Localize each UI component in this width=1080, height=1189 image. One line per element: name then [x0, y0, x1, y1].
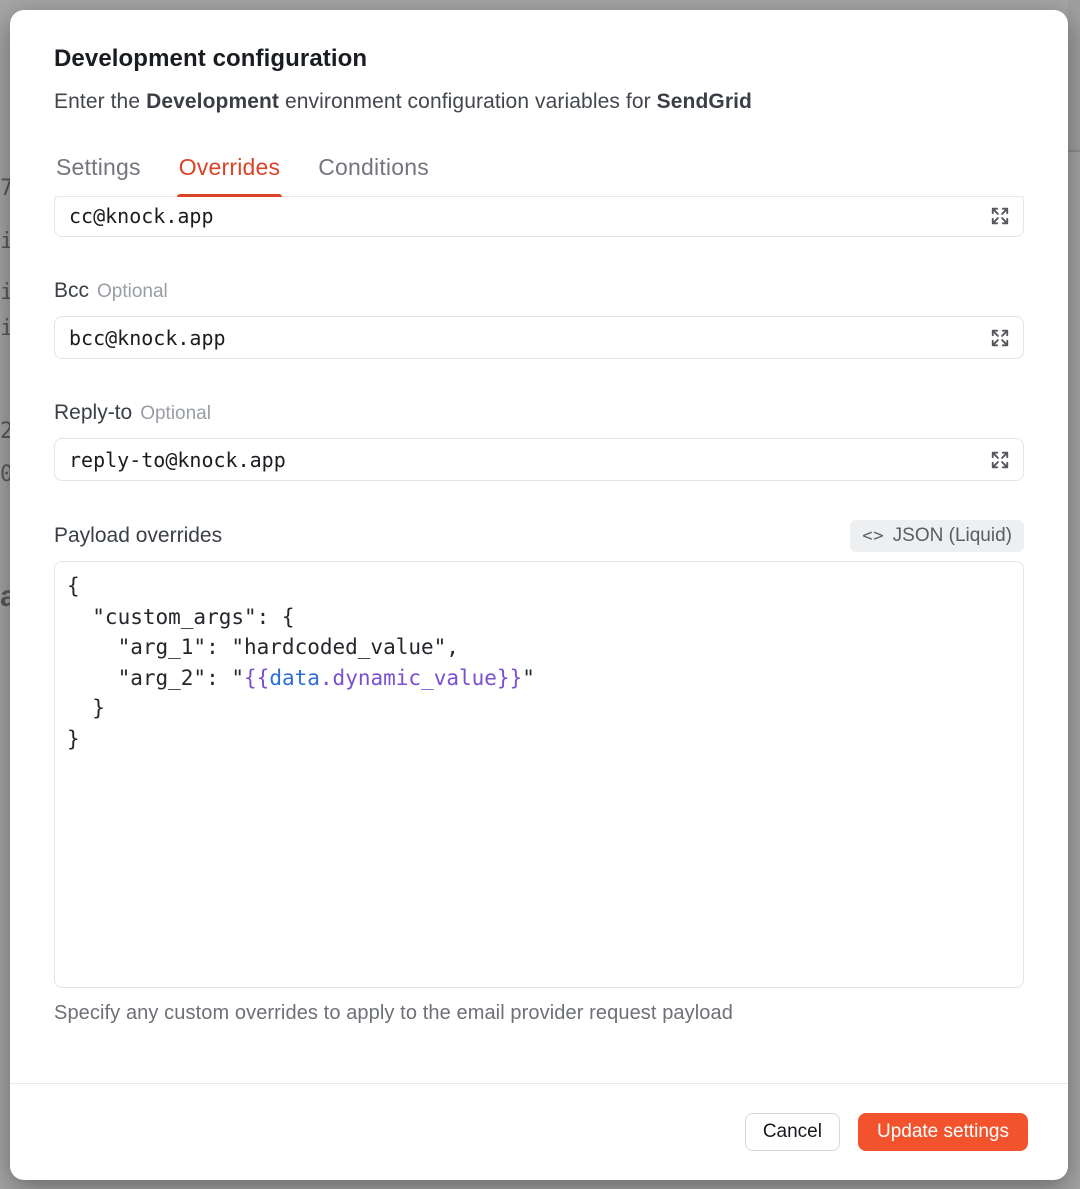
payload-helper-text: Specify any custom overrides to apply to…	[54, 1002, 1024, 1025]
modal-header: Development configuration Enter the Deve…	[10, 10, 1068, 197]
reply-to-field	[54, 438, 1024, 481]
bcc-input[interactable]	[69, 326, 989, 350]
background-text-fragment: ic	[0, 231, 10, 253]
provider-name: SendGrid	[657, 90, 752, 113]
reply-to-label: Reply-toOptional	[54, 401, 1024, 425]
modal-footer: Cancel Update settings	[10, 1083, 1068, 1180]
tab-bar: Settings Overrides Conditions	[54, 154, 1024, 197]
payload-overrides-header: Payload overrides <> JSON (Liquid)	[54, 520, 1024, 552]
payload-overrides-label: Payload overrides	[54, 524, 222, 548]
background-artifact	[1068, 150, 1080, 152]
background-text-fragment: i	[0, 282, 10, 304]
background-text-fragment: 0	[0, 464, 10, 486]
code-editor[interactable]: { "custom_args": { "arg_1": "hardcoded_v…	[54, 561, 1024, 988]
environment-name: Development	[146, 90, 279, 113]
modal-scroll-area[interactable]: BccOptional Reply-toOptional	[10, 197, 1068, 1083]
modal-title: Development configuration	[54, 45, 1024, 73]
background-text-fragment: 7	[0, 178, 10, 200]
background-page: 7 ic i ic 2 0 a	[0, 0, 10, 1189]
bcc-field	[54, 316, 1024, 359]
optional-hint: Optional	[140, 403, 211, 424]
background-text-fragment: ic	[0, 318, 10, 340]
cc-input[interactable]	[69, 204, 989, 228]
expand-icon	[989, 205, 1011, 227]
expand-bcc-button[interactable]	[989, 327, 1011, 349]
json-liquid-badge-label: JSON (Liquid)	[893, 525, 1012, 547]
expand-icon	[989, 327, 1011, 349]
cancel-button[interactable]: Cancel	[745, 1113, 840, 1151]
update-settings-button[interactable]: Update settings	[858, 1113, 1028, 1151]
tab-conditions[interactable]: Conditions	[316, 154, 431, 196]
code-brackets-icon: <>	[862, 526, 884, 546]
cc-field	[54, 197, 1024, 237]
tab-settings[interactable]: Settings	[54, 154, 143, 196]
modal-subtitle: Enter the Development environment config…	[54, 90, 1024, 114]
expand-reply-to-button[interactable]	[989, 449, 1011, 471]
expand-icon	[989, 449, 1011, 471]
background-text-fragment: a	[0, 582, 10, 612]
expand-cc-button[interactable]	[989, 205, 1011, 227]
tab-overrides[interactable]: Overrides	[177, 154, 283, 196]
background-text-fragment: 2	[0, 421, 10, 443]
json-liquid-badge: <> JSON (Liquid)	[850, 520, 1024, 552]
bcc-label: BccOptional	[54, 279, 1024, 303]
optional-hint: Optional	[97, 281, 168, 302]
background-artifact	[1068, 0, 1080, 150]
reply-to-input[interactable]	[69, 448, 989, 472]
development-configuration-modal: Development configuration Enter the Deve…	[10, 10, 1068, 1180]
